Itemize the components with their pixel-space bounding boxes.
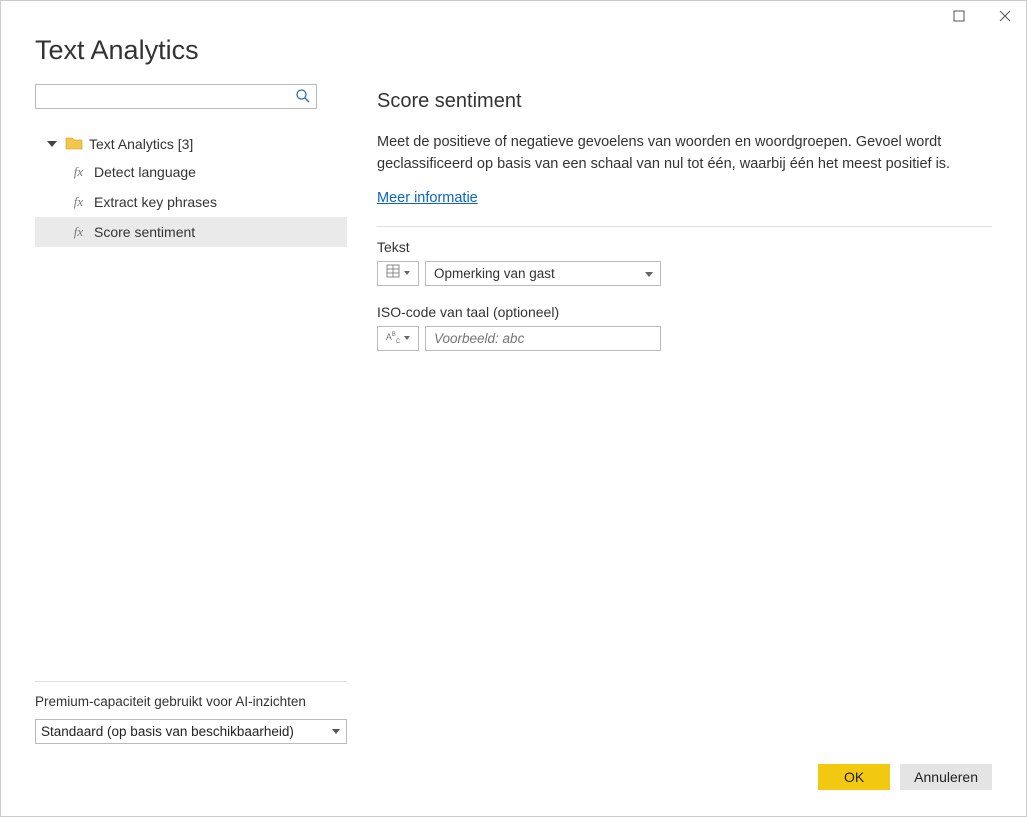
function-tree: Text Analytics [3] fx Detect language fx… — [35, 131, 347, 247]
field-iso-label: ISO-code van taal (optioneel) — [377, 304, 992, 320]
ok-button[interactable]: OK — [818, 764, 890, 790]
premium-capacity-select[interactable]: Standaard (op basis van beschikbaarheid) — [35, 719, 347, 744]
divider — [377, 226, 992, 227]
tree-item-label: Detect language — [94, 164, 196, 180]
premium-capacity-value: Standaard (op basis van beschikbaarheid) — [41, 724, 294, 739]
titlebar — [1, 1, 1026, 31]
function-title: Score sentiment — [377, 90, 992, 113]
learn-more-link[interactable]: Meer informatie — [377, 190, 992, 206]
cancel-button[interactable]: Annuleren — [900, 764, 992, 790]
tree-item-label: Extract key phrases — [94, 194, 217, 210]
tree-root-label: Text Analytics [3] — [89, 136, 193, 152]
premium-capacity-label: Premium-capaciteit gebruikt voor AI-inzi… — [35, 694, 347, 709]
function-description: Meet de positieve of negatieve gevoelens… — [377, 131, 992, 176]
divider — [35, 681, 347, 682]
maximize-icon — [953, 10, 965, 22]
tree-item-label: Score sentiment — [94, 224, 195, 240]
fx-icon: fx — [71, 164, 86, 180]
dialog-footer: OK Annuleren — [1, 764, 1026, 816]
dialog-title: Text Analytics — [35, 35, 992, 66]
close-button[interactable] — [990, 1, 1020, 31]
dialog-window: Text Analytics Text Analytics — [0, 0, 1027, 817]
folder-icon — [65, 136, 83, 153]
tree-item-detect-language[interactable]: fx Detect language — [35, 157, 347, 187]
field-text-value: Opmerking van gast — [434, 266, 555, 281]
navigator-pane: Text Analytics [3] fx Detect language fx… — [35, 84, 347, 744]
abc-icon: ABC — [386, 332, 400, 345]
field-iso-input[interactable] — [425, 326, 661, 351]
column-icon — [386, 264, 400, 283]
tree-item-score-sentiment[interactable]: fx Score sentiment — [35, 217, 347, 247]
tree-item-extract-key-phrases[interactable]: fx Extract key phrases — [35, 187, 347, 217]
field-text-type-picker[interactable] — [377, 261, 419, 286]
chevron-down-icon — [332, 729, 340, 734]
field-text-label: Tekst — [377, 239, 992, 255]
maximize-button[interactable] — [944, 1, 974, 31]
search-input[interactable] — [35, 84, 317, 109]
chevron-down-icon — [404, 336, 410, 340]
close-icon — [999, 10, 1011, 22]
field-iso-type-picker[interactable]: ABC — [377, 326, 419, 351]
chevron-down-icon — [47, 141, 57, 147]
detail-pane: Score sentiment Meet de positieve of neg… — [377, 84, 992, 744]
chevron-down-icon — [645, 272, 653, 277]
fx-icon: fx — [71, 224, 86, 240]
fx-icon: fx — [71, 194, 86, 210]
tree-root[interactable]: Text Analytics [3] — [35, 131, 347, 157]
chevron-down-icon — [404, 271, 410, 275]
field-text-combo[interactable]: Opmerking van gast — [425, 261, 661, 286]
